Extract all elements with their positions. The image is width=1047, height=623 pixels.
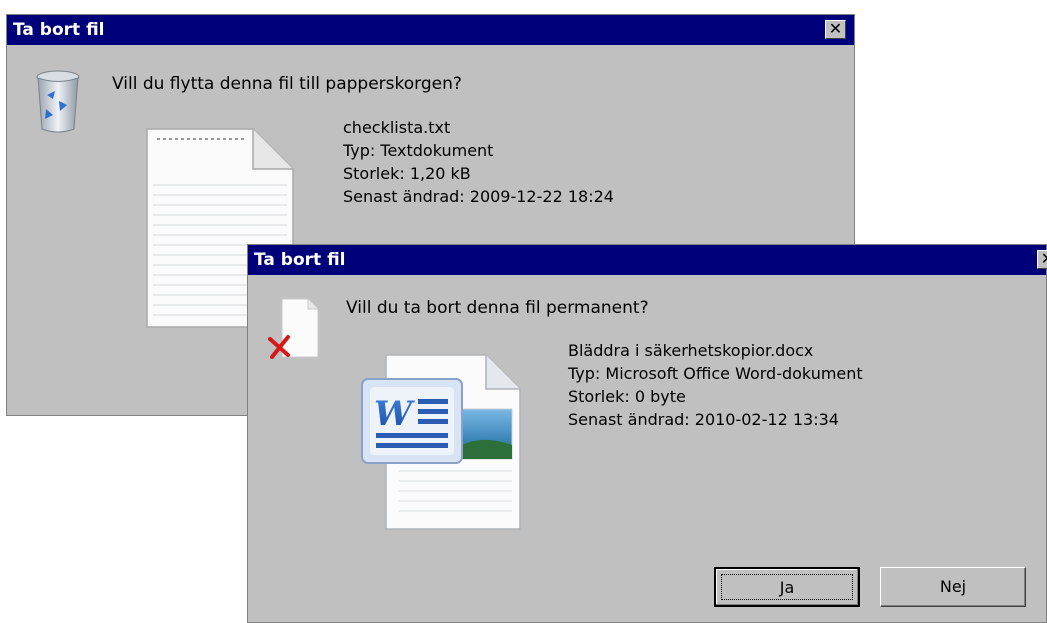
- file-details: checklista.txt Typ: Textdokument Storlek…: [343, 116, 614, 208]
- file-modified: Senast ändrad: 2009-12-22 18:24: [343, 187, 614, 206]
- file-size: Storlek: 1,20 kB: [343, 164, 471, 183]
- focus-rectangle: [721, 574, 853, 600]
- dialog-title: Ta bort fil: [13, 20, 105, 40]
- recycle-bin-icon: [36, 70, 80, 133]
- dialog-prompt: Vill du flytta denna fil till papperskor…: [112, 74, 462, 94]
- file-name: checklista.txt: [343, 118, 451, 137]
- dialog-title: Ta bort fil: [254, 250, 346, 270]
- close-icon: ✕: [1041, 249, 1047, 268]
- close-icon: ✕: [828, 19, 843, 38]
- file-size: Storlek: 0 byte: [568, 387, 686, 406]
- close-button[interactable]: ✕: [1037, 250, 1047, 269]
- file-type: Typ: Textdokument: [343, 141, 494, 160]
- svg-text:W: W: [374, 394, 415, 434]
- dialog-titlebar[interactable]: Ta bort fil: [7, 15, 854, 45]
- delete-file-icon: [268, 298, 319, 359]
- dialog-titlebar[interactable]: Ta bort fil: [248, 245, 1046, 275]
- file-details: Bläddra i säkerhetskopior.docx Typ: Micr…: [568, 339, 863, 431]
- close-button[interactable]: ✕: [825, 20, 846, 39]
- dialog-prompt: Vill du ta bort denna fil permanent?: [346, 298, 649, 318]
- file-name: Bläddra i säkerhetskopior.docx: [568, 341, 814, 360]
- yes-button[interactable]: Ja: [714, 567, 860, 607]
- word-document-icon: W: [361, 354, 521, 530]
- file-modified: Senast ändrad: 2010-02-12 13:34: [568, 410, 839, 429]
- no-button-label: Nej: [939, 577, 967, 596]
- permanent-delete-dialog: Ta bort fil ✕ Vill du ta bort denna fil …: [247, 244, 1047, 623]
- file-type: Typ: Microsoft Office Word-dokument: [568, 364, 863, 383]
- no-button[interactable]: Nej: [880, 567, 1026, 607]
